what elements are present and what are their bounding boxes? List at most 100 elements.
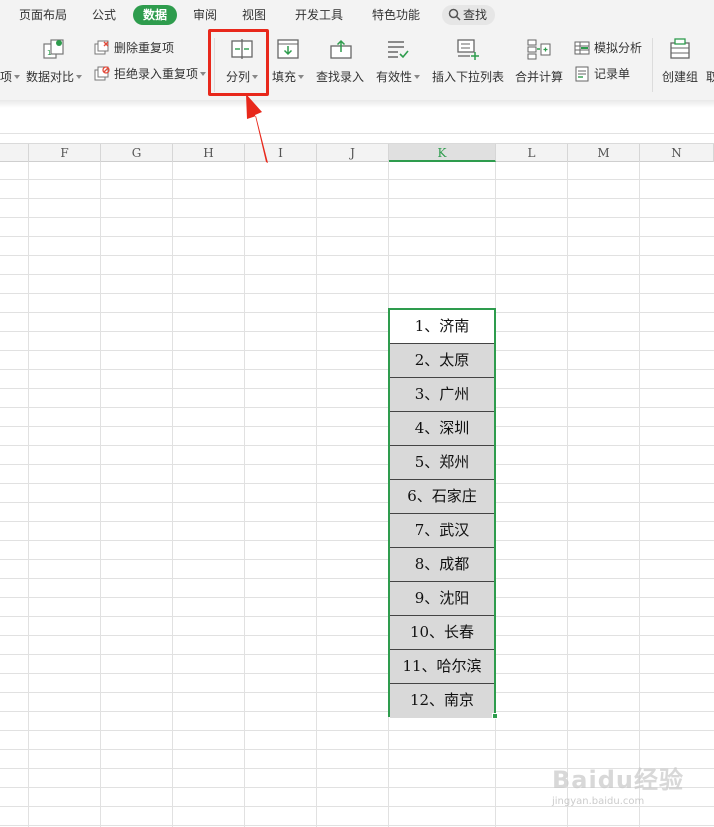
cell-K4[interactable]: 4、深圳 [390, 412, 494, 446]
grid-column-line [316, 162, 317, 827]
reject-duplicates-label: 拒绝录入重复项 [114, 64, 207, 84]
consolidate-icon [527, 38, 551, 63]
search-box[interactable]: 查找 [442, 5, 496, 25]
cell-K1[interactable]: 1、济南 [390, 310, 494, 344]
reject-duplicates-icon [94, 66, 110, 88]
lookup-entry-icon [329, 38, 353, 63]
tab-special-features[interactable]: 特色功能 [372, 5, 420, 25]
tab-developer[interactable]: 开发工具 [295, 5, 343, 25]
column-header-bar: F G H I J K L M N [0, 143, 714, 162]
fill-label: 填充 [272, 68, 305, 85]
cell-K3[interactable]: 3、广州 [390, 378, 494, 412]
grid-row-line [0, 217, 714, 218]
lookup-entry-button[interactable]: 查找录入 [316, 30, 366, 90]
lookup-entry-label: 查找录入 [316, 70, 365, 84]
grid-row-line [0, 559, 714, 560]
grid-row-line [0, 445, 714, 446]
grid-row-line [0, 388, 714, 389]
grid-row-line [0, 274, 714, 275]
grid-column-line [567, 162, 568, 827]
grid-row-line [0, 502, 714, 503]
tab-formula[interactable]: 公式 [92, 5, 116, 25]
selected-cell-range[interactable]: 1、济南 2、太原 3、广州 4、深圳 5、郑州 6、石家庄 7、武汉 8、成都… [388, 308, 496, 718]
cell-K7[interactable]: 7、武汉 [390, 514, 494, 548]
cell-K10[interactable]: 10、长春 [390, 616, 494, 650]
ribbon-tab-bar: 页面布局 公式 数据 审阅 视图 开发工具 特色功能 查找 [0, 0, 714, 30]
cell-K9[interactable]: 9、沈阳 [390, 582, 494, 616]
tab-view[interactable]: 视图 [242, 5, 266, 25]
reject-duplicates-button[interactable]: 拒绝录入重复项 [94, 64, 210, 84]
grid-row-line [0, 464, 714, 465]
validity-button[interactable]: 有效性 [376, 30, 424, 90]
ribbon-item-cut-left[interactable]: 项 [0, 68, 21, 85]
tab-review[interactable]: 审阅 [193, 5, 217, 25]
record-form-icon [574, 66, 590, 88]
record-form-label: 记录单 [594, 67, 631, 81]
grid-row-line [0, 521, 714, 522]
cell-K2[interactable]: 2、太原 [390, 344, 494, 378]
column-header-H[interactable]: H [173, 144, 245, 162]
simulation-analysis-label: 模拟分析 [594, 41, 643, 55]
column-header-K[interactable]: K [389, 144, 496, 162]
chevron-down-icon [414, 75, 421, 79]
column-header-L[interactable]: L [496, 144, 568, 162]
grid-row-line [0, 312, 714, 313]
grid-column-line [244, 162, 245, 827]
create-group-label: 创建组 [662, 70, 699, 84]
grid-row-line [0, 730, 714, 731]
delete-duplicates-icon [94, 40, 110, 62]
column-header-M[interactable]: M [568, 144, 640, 162]
cell-K8[interactable]: 8、成都 [390, 548, 494, 582]
column-header-I[interactable]: I [245, 144, 317, 162]
grid-row-line [0, 654, 714, 655]
tab-page-layout[interactable]: 页面布局 [19, 5, 67, 25]
fill-button[interactable]: 填充 [272, 30, 308, 90]
insert-dropdown-button[interactable]: 插入下拉列表 [432, 30, 506, 90]
grid-row-line [0, 806, 714, 807]
delete-duplicates-button[interactable]: 删除重复项 [94, 38, 204, 58]
chevron-down-icon [252, 75, 259, 79]
simulation-analysis-button[interactable]: 模拟分析 [574, 38, 646, 58]
consolidate-button[interactable]: 合并计算 [515, 30, 565, 90]
create-group-button[interactable]: 创建组 [662, 30, 702, 90]
validity-label: 有效性 [376, 68, 421, 85]
grid-row-line [0, 787, 714, 788]
grid-row-line [0, 540, 714, 541]
cell-K6[interactable]: 6、石家庄 [390, 480, 494, 514]
validity-icon [386, 38, 410, 63]
grid-row-line [0, 331, 714, 332]
fill-handle[interactable] [492, 713, 498, 719]
grid-row-line [0, 483, 714, 484]
grid-row-line [0, 236, 714, 237]
chevron-down-icon [200, 72, 207, 76]
data-compare-button[interactable]: 1 数据对比 [26, 30, 84, 90]
column-header-F[interactable]: F [29, 144, 101, 162]
ribbon-divider [214, 38, 215, 92]
ribbon-item-cut-right[interactable]: 取 [706, 68, 714, 85]
chevron-down-icon [14, 75, 21, 79]
data-compare-icon: 1 [42, 38, 66, 63]
fill-icon [276, 38, 300, 63]
grid-row-line [0, 426, 714, 427]
grid-row-line [0, 768, 714, 769]
cell-K12[interactable]: 12、南京 [390, 684, 494, 718]
grid-row-line [0, 350, 714, 351]
grid-row-line [0, 369, 714, 370]
split-column-button[interactable]: 分列 [222, 30, 262, 90]
tab-data[interactable]: 数据 [133, 5, 178, 25]
column-header-J[interactable]: J [317, 144, 389, 162]
grid-row-line [0, 179, 714, 180]
record-form-button[interactable]: 记录单 [574, 64, 638, 84]
column-header-G[interactable]: G [101, 144, 173, 162]
spreadsheet-grid[interactable] [0, 162, 714, 827]
cell-K11[interactable]: 11、哈尔滨 [390, 650, 494, 684]
column-header-E[interactable] [0, 144, 29, 162]
column-header-N[interactable]: N [640, 144, 714, 162]
grid-row-line [0, 255, 714, 256]
grid-row-line [0, 692, 714, 693]
formula-bar[interactable] [0, 108, 714, 134]
insert-dropdown-label: 插入下拉列表 [432, 70, 505, 84]
split-column-icon [230, 38, 254, 63]
cell-K5[interactable]: 5、郑州 [390, 446, 494, 480]
grid-row-line [0, 673, 714, 674]
